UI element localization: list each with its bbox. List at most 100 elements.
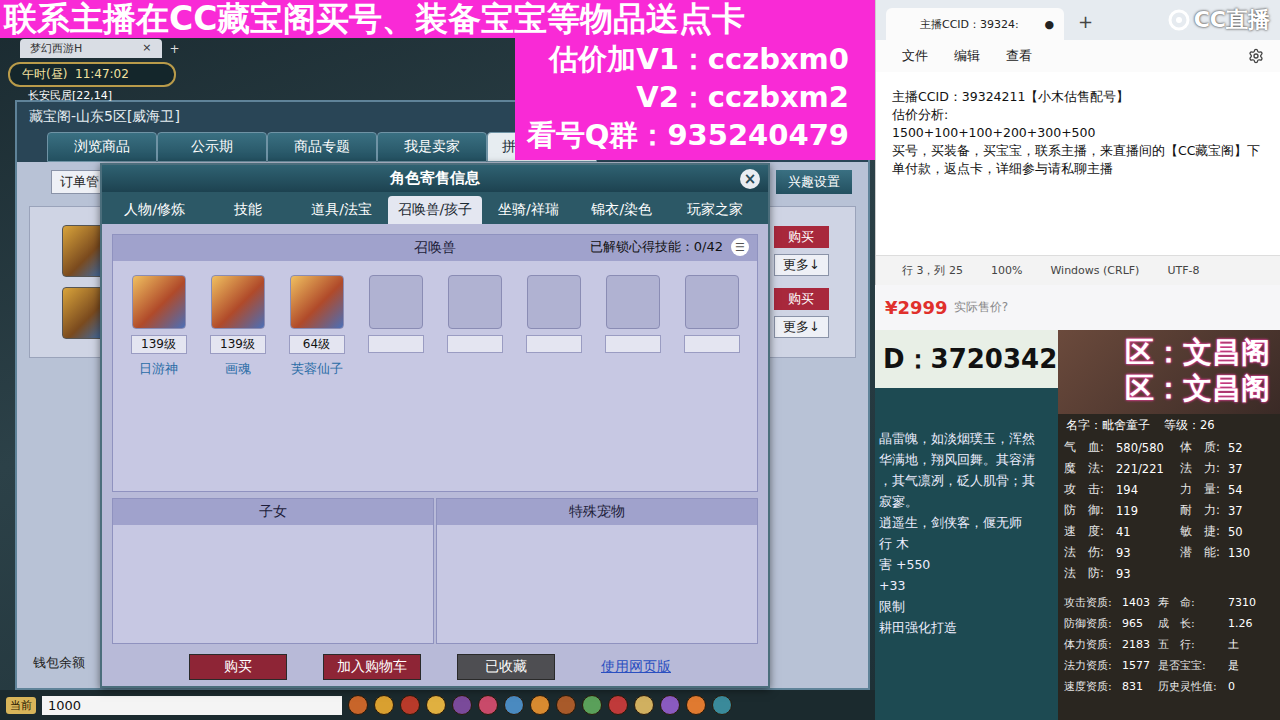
chat-channel[interactable]: 当前 — [6, 697, 36, 714]
buy-button[interactable]: 购买 — [774, 226, 829, 248]
stat-label: 速 度: — [1064, 524, 1116, 539]
browser-tab-label[interactable]: 梦幻西游H× — [20, 39, 162, 58]
dialog-tab[interactable]: 道具/法宝 — [295, 196, 388, 224]
notepad-tabs: 主播CCID：39324:● + CC直播 — [876, 0, 1280, 40]
buy-button[interactable]: 购买 — [774, 288, 829, 310]
pet-slot[interactable] — [672, 275, 751, 378]
settings-icon[interactable] — [1248, 48, 1264, 64]
game-menu-icon[interactable] — [348, 695, 368, 715]
stats-gap — [1058, 584, 1280, 592]
notepad-editor[interactable]: 主播CCID：39324211【小木估售配号】估价分析:1500+100+100… — [876, 72, 1280, 255]
stat-value: 2183 — [1122, 638, 1158, 651]
stat-row: 法 伤:93潜 能:130 — [1058, 542, 1280, 563]
server-name: 区：文昌阁 — [1125, 370, 1270, 406]
pet-portrait-icon — [606, 275, 660, 329]
stat-value: 965 — [1122, 617, 1158, 630]
tab-close-button[interactable]: × — [142, 41, 151, 56]
browser-tab[interactable]: 梦幻西游H× + — [20, 39, 180, 58]
cc-logo: CC直播 — [1168, 5, 1270, 35]
stat-label: 是否宝宝: — [1158, 658, 1228, 673]
dialog-button[interactable]: 加入购物车 — [323, 654, 421, 680]
pet-slot[interactable] — [593, 275, 672, 378]
pet-name: 日游神 — [139, 360, 178, 378]
editor-line: 主播CCID：39324211【小木估售配号】 — [892, 88, 1264, 106]
game-menu-icon[interactable] — [634, 695, 654, 715]
pet-portrait-icon — [369, 275, 423, 329]
stat-value: 93 — [1116, 567, 1180, 581]
pet-slot[interactable]: 139级画魂 — [198, 275, 277, 378]
menu-item[interactable]: 编辑 — [954, 47, 980, 65]
pet-portrait-icon — [132, 275, 186, 329]
more-button[interactable]: 更多↓ — [774, 254, 829, 276]
description-line: ，其气凛冽，砭人肌骨；其 — [875, 470, 1058, 491]
dialog-button[interactable]: 购买 — [189, 654, 287, 680]
menu-item[interactable]: 文件 — [902, 47, 928, 65]
menu-item[interactable]: 查看 — [1006, 47, 1032, 65]
game-menu-icon[interactable] — [400, 695, 420, 715]
pet-level — [684, 335, 740, 353]
tab-add-button[interactable]: + — [170, 42, 180, 56]
window-tab[interactable]: 商品专题 — [267, 132, 377, 162]
menu-button[interactable]: ☰ — [731, 238, 749, 256]
stat-label: 法力资质: — [1064, 658, 1122, 673]
pet-slot[interactable] — [435, 275, 514, 378]
notepad-tab[interactable]: 主播CCID：39324:● — [886, 8, 1064, 40]
game-menu-icon[interactable] — [608, 695, 628, 715]
stat-label: 气 血: — [1064, 440, 1116, 455]
dialog-tab[interactable]: 人物/修炼 — [108, 196, 201, 224]
dialog-button[interactable]: 使用网页版 — [591, 655, 681, 679]
role-dialog: 角色寄售信息×人物/修炼技能道具/法宝召唤兽/孩子坐骑/祥瑞锦衣/染色玩家之家召… — [100, 163, 770, 688]
editor-line: 1500+100+100+200+300+500 — [892, 124, 1264, 142]
stat-value: 52 — [1228, 441, 1274, 455]
section-header: 召唤兽已解锁心得技能：0/42☰ — [113, 235, 757, 261]
stat-value: 土 — [1228, 637, 1274, 652]
screen: 联系主播在CC藏宝阁买号、装备宝宝等物品送点卡估价加V1：cczbxm0V2：c… — [0, 0, 1280, 720]
game-menu-icon[interactable] — [686, 695, 706, 715]
dialog-button[interactable]: 已收藏 — [457, 654, 555, 680]
stat-value: 831 — [1122, 680, 1158, 693]
dialog-tab[interactable]: 召唤兽/孩子 — [388, 196, 481, 224]
window-tab[interactable]: 浏览商品 — [47, 132, 157, 162]
stat-value: 54 — [1228, 483, 1274, 497]
dialog-tab[interactable]: 玩家之家 — [669, 196, 762, 224]
pet-slot[interactable]: 64级芙蓉仙子 — [277, 275, 356, 378]
more-button[interactable]: 更多↓ — [774, 316, 829, 338]
game-menu-icon[interactable] — [452, 695, 472, 715]
editor-line: 估价分析: — [892, 106, 1264, 124]
game-menu-icon[interactable] — [712, 695, 732, 715]
game-menu-icon[interactable] — [504, 695, 524, 715]
window-tab[interactable]: 我是卖家 — [377, 132, 487, 162]
pet-slot[interactable] — [356, 275, 435, 378]
description-line: 逍遥生，剑侠客，偃无师 — [875, 512, 1058, 533]
stat-label: 力 量: — [1180, 482, 1228, 497]
game-menu-icon[interactable] — [660, 695, 680, 715]
stat-row: 魔 法:221/221法 力:37 — [1058, 458, 1280, 479]
pet-stats: 区：文昌阁区：文昌阁名字：毗舍童子等级：26气 血:580/580体 质:52魔… — [1058, 330, 1280, 720]
stat-label: 攻 击: — [1064, 482, 1116, 497]
game-menu-icon[interactable] — [582, 695, 602, 715]
stat-value: 194 — [1116, 483, 1180, 497]
interest-button[interactable]: 兴趣设置 — [776, 170, 852, 194]
chat-input[interactable]: 1000 — [42, 696, 342, 715]
dialog-tab[interactable]: 锦衣/染色 — [575, 196, 668, 224]
game-menu-icon[interactable] — [478, 695, 498, 715]
close-button[interactable]: × — [740, 169, 760, 189]
skill-count: 已解锁心得技能：0/42☰ — [590, 238, 749, 256]
game-menu-icon[interactable] — [374, 695, 394, 715]
stat-label: 潜 能: — [1180, 545, 1228, 560]
pet-slot[interactable] — [514, 275, 593, 378]
game-menu-icon[interactable] — [530, 695, 550, 715]
pet-slot[interactable]: 139级日游神 — [119, 275, 198, 378]
pet-id: D：3720342 — [875, 330, 1058, 388]
description-line: 行 木 — [875, 533, 1058, 554]
window-tab[interactable]: 公示期 — [157, 132, 267, 162]
game-menu-icon[interactable] — [426, 695, 446, 715]
game-menu-icon[interactable] — [556, 695, 576, 715]
chat-bar: 当前 1000 — [0, 690, 875, 720]
pet-portrait-icon — [448, 275, 502, 329]
new-tab-button[interactable]: + — [1078, 11, 1093, 40]
section-header: 特殊宠物 — [437, 499, 757, 525]
dialog-tab[interactable]: 坐骑/祥瑞 — [482, 196, 575, 224]
dialog-tab[interactable]: 技能 — [201, 196, 294, 224]
stat-value: 41 — [1116, 525, 1180, 539]
